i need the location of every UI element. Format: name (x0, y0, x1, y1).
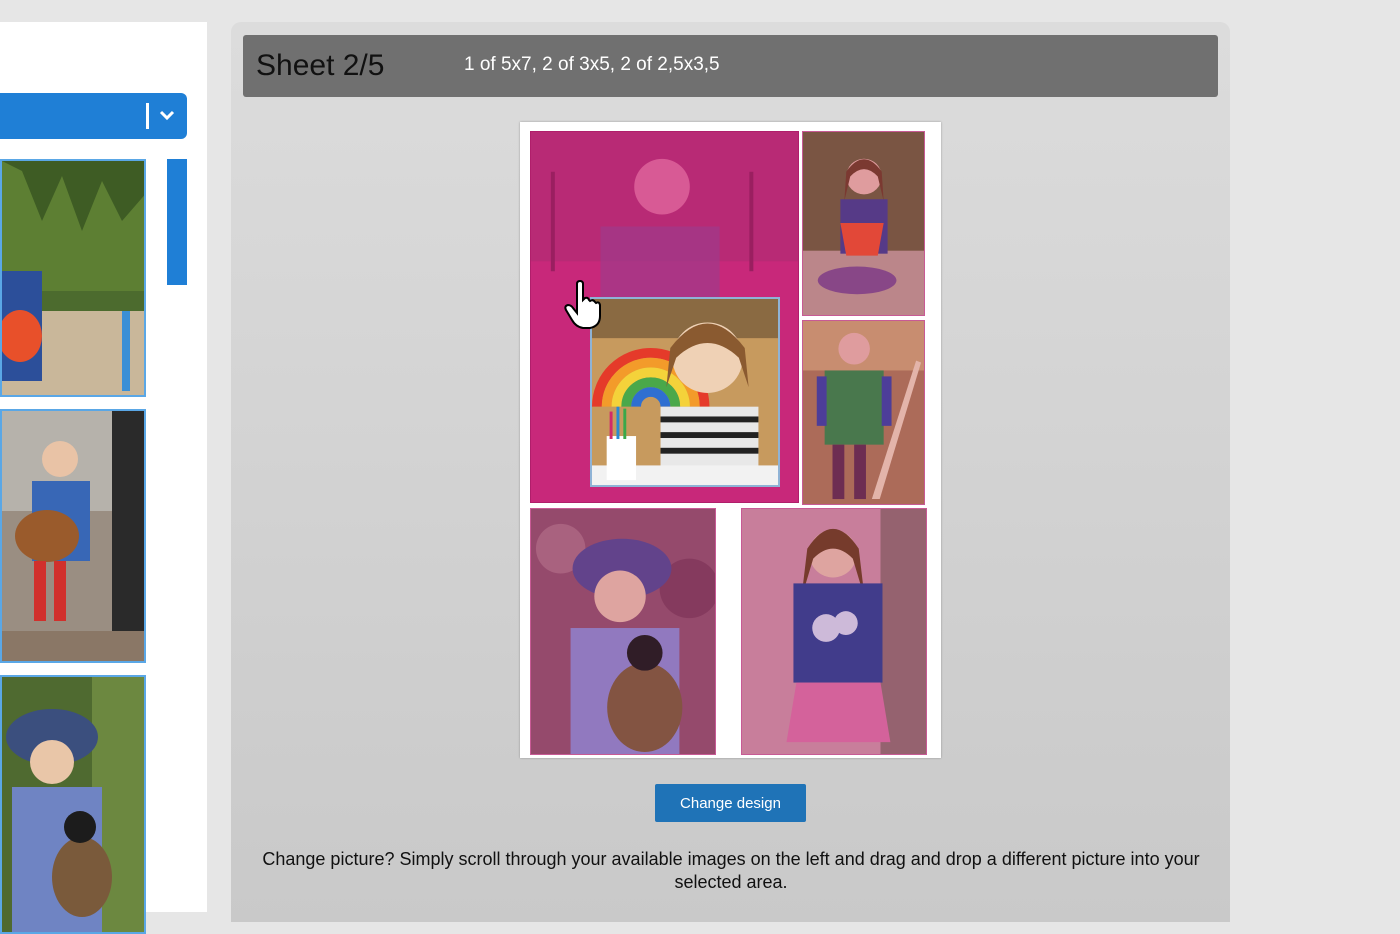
change-design-button[interactable]: Change design (655, 784, 806, 822)
photo-slot-wallet[interactable] (802, 131, 925, 316)
chevron-down-icon[interactable] (157, 101, 177, 129)
hand-pointer-icon (563, 279, 603, 330)
photo-slot-wallet[interactable] (802, 320, 925, 505)
help-text: Change picture? Simply scroll through yo… (262, 849, 1200, 892)
library-thumbnail[interactable] (0, 159, 146, 397)
sheet-title: Sheet 2/5 (256, 49, 385, 82)
photo-slot-3x5[interactable] (530, 508, 716, 755)
sheet-header: Sheet 2/5 1 of 5x7, 2 of 3x5, 2 of 2,5x3… (243, 35, 1218, 97)
print-sheet (520, 122, 941, 758)
photo-slot-inset[interactable] (590, 297, 780, 487)
sheet-description: 1 of 5x7, 2 of 3x5, 2 of 2,5x3,5 (464, 54, 720, 75)
library-scrollbar[interactable] (167, 159, 187, 285)
photo-slot-3x5[interactable] (741, 508, 927, 755)
library-thumbnail[interactable] (0, 675, 146, 934)
select-divider (146, 103, 149, 129)
image-library-panel (0, 22, 207, 934)
library-thumbnail[interactable] (0, 409, 146, 663)
album-select[interactable] (0, 93, 187, 139)
